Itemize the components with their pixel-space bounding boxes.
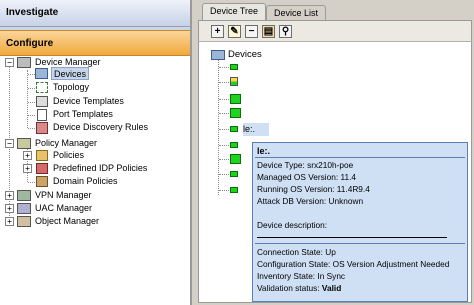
investigate-section-header[interactable]: Investigate <box>0 0 190 27</box>
policies-icon <box>36 150 48 161</box>
tree-item-port-templates[interactable]: Port Templates <box>53 108 113 121</box>
tree-item-uac-manager[interactable]: UAC Manager <box>35 202 92 215</box>
validation-label: Validation status: <box>257 283 322 293</box>
tooltip-divider <box>255 243 465 244</box>
device-tree-root[interactable]: Devices <box>228 48 262 61</box>
expand-toggle[interactable]: + <box>5 204 14 213</box>
tree-item-device-templates[interactable]: Device Templates <box>53 95 124 108</box>
device-manager-icon <box>17 57 31 68</box>
tooltip-connection-state: Connection State: Up <box>257 247 336 257</box>
tab-device-list[interactable]: Device List <box>266 5 326 20</box>
edit-icon[interactable]: ✎ <box>228 25 241 38</box>
device-status-icon[interactable] <box>230 64 238 70</box>
device-status-icon[interactable] <box>230 142 238 148</box>
vpn-manager-icon <box>17 190 31 201</box>
expand-toggle[interactable]: + <box>23 151 32 160</box>
tooltip-configuration-state: Configuration State: OS Version Adjustme… <box>257 259 450 269</box>
tree-item-policies[interactable]: Policies <box>53 149 84 162</box>
validation-value: Valid <box>321 283 342 293</box>
tooltip-managed-os: Managed OS Version: 11.4 <box>257 172 357 182</box>
device-info-tooltip: le:. Device Type: srx210h-poe Managed OS… <box>252 142 468 302</box>
device-status-icon[interactable] <box>230 108 241 118</box>
tooltip-divider <box>255 157 465 158</box>
device-status-icon[interactable] <box>230 154 241 164</box>
expand-toggle[interactable]: + <box>23 164 32 173</box>
tree-item-devices[interactable]: Devices <box>51 67 90 80</box>
tree-item-predefined-idp-policies[interactable]: Predefined IDP Policies <box>53 162 147 175</box>
description-redacted-line <box>257 235 447 238</box>
tree-item-object-manager[interactable]: Object Manager <box>35 215 99 228</box>
tooltip-validation-status: Validation status: Valid <box>257 283 341 293</box>
devices-root-icon <box>211 50 225 60</box>
port-templates-icon <box>37 109 47 121</box>
collapse-toggle[interactable]: − <box>5 139 14 148</box>
topology-icon <box>36 82 48 93</box>
tab-device-tree[interactable]: Device Tree <box>202 3 266 20</box>
add-icon[interactable]: + <box>211 25 224 38</box>
expand-toggle[interactable]: + <box>5 217 14 226</box>
device-status-icon[interactable] <box>230 94 241 104</box>
device-status-icon[interactable] <box>230 171 238 177</box>
object-manager-icon <box>17 216 31 227</box>
tree-guide-line <box>27 70 28 128</box>
domain-policies-icon <box>36 176 48 187</box>
collapse-toggle[interactable]: − <box>5 58 14 67</box>
device-status-icon[interactable] <box>230 187 238 193</box>
left-navigation-panel: Investigate Configure − Device Manager D… <box>0 0 192 305</box>
tree-item-device-discovery-rules[interactable]: Device Discovery Rules <box>53 121 148 134</box>
remove-icon[interactable]: − <box>245 25 258 38</box>
import-icon[interactable]: ▤ <box>262 25 275 38</box>
tooltip-description-label: Device description: <box>257 220 328 230</box>
device-warning-icon[interactable] <box>230 77 238 86</box>
device-templates-icon <box>36 96 48 107</box>
tooltip-device-type: Device Type: srx210h-poe <box>257 160 354 170</box>
device-status-icon[interactable] <box>230 126 238 132</box>
idp-policies-icon <box>36 163 48 174</box>
tree-item-domain-policies[interactable]: Domain Policies <box>53 175 118 188</box>
uac-manager-icon <box>17 203 31 214</box>
tooltip-attack-db: Attack DB Version: Unknown <box>257 196 364 206</box>
discovery-rules-icon <box>36 122 48 134</box>
tree-item-topology[interactable]: Topology <box>53 81 89 94</box>
devices-icon <box>35 68 48 79</box>
device-toolbar: + ✎ − ▤ ⚲ <box>198 20 472 42</box>
configure-section-header[interactable]: Configure <box>0 30 190 56</box>
tooltip-inventory-state: Inventory State: In Sync <box>257 271 346 281</box>
tree-item-vpn-manager[interactable]: VPN Manager <box>35 189 92 202</box>
expand-toggle[interactable]: + <box>5 191 14 200</box>
selected-device-label[interactable]: le:. <box>243 123 269 136</box>
tooltip-running-os: Running OS Version: 11.4R9.4 <box>257 184 370 194</box>
search-icon[interactable]: ⚲ <box>279 25 292 38</box>
tooltip-title: le:. <box>257 146 271 156</box>
policy-manager-icon <box>17 138 31 149</box>
